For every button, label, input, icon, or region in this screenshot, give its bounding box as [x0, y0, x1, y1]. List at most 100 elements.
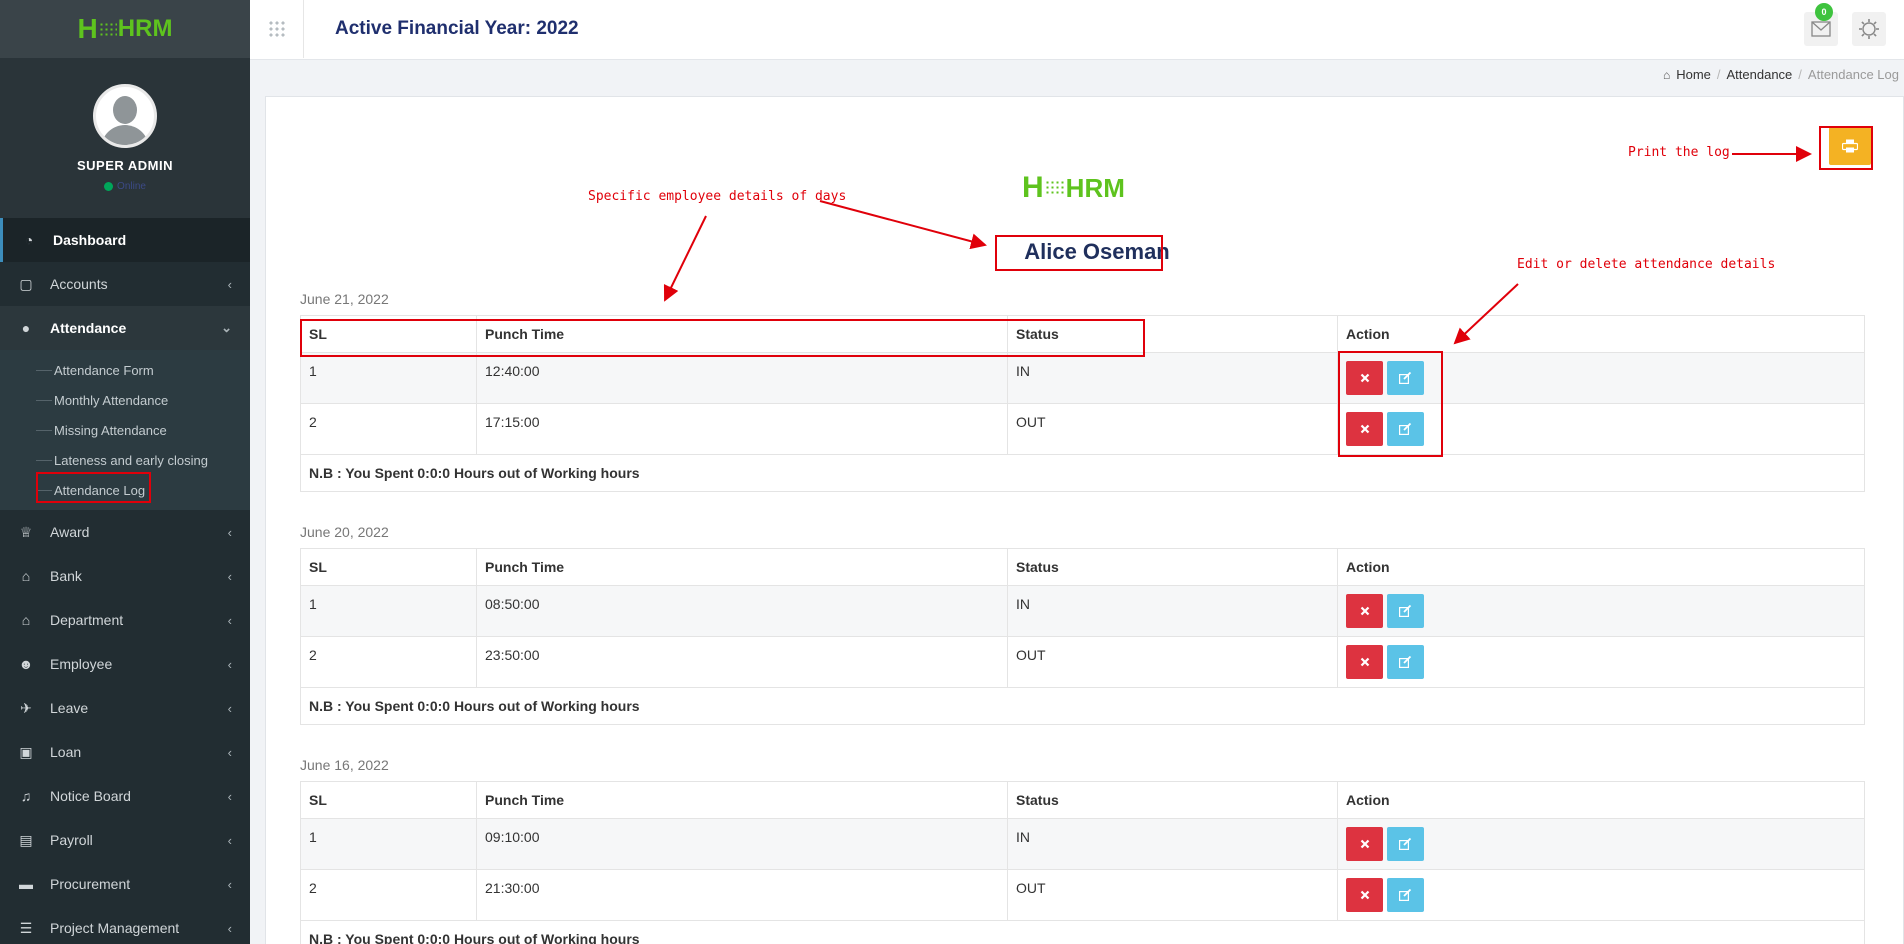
chevron-left-icon: ‹ — [227, 276, 232, 292]
bell-icon: ♫ — [20, 788, 32, 804]
cell-status: IN — [1007, 352, 1338, 404]
dashboard-icon: ◔ — [24, 232, 34, 248]
cell-punch-time: 12:40:00 — [476, 352, 1008, 404]
user-profile: SUPER ADMIN Online — [0, 58, 250, 218]
cell-action — [1337, 869, 1865, 921]
sidebar-item-notice-board[interactable]: ♫ Notice Board ‹ — [0, 774, 250, 818]
tasks-icon: ☰ — [19, 919, 33, 936]
header-status: Status — [1007, 781, 1338, 819]
credit-card-icon: ▤ — [19, 831, 33, 848]
header-sl: SL — [300, 781, 477, 819]
cell-action — [1337, 585, 1865, 637]
edit-button[interactable] — [1387, 594, 1424, 628]
delete-button[interactable] — [1346, 594, 1383, 628]
chevron-left-icon: ‹ — [227, 700, 232, 716]
highlight-table-header — [300, 319, 1145, 357]
user-icon: ● — [21, 320, 31, 336]
edit-button[interactable] — [1387, 827, 1424, 861]
breadcrumb-home[interactable]: Home — [1676, 67, 1711, 82]
hours-note-row: N.B : You Spent 0:0:0 Hours out of Worki… — [300, 454, 1865, 492]
sidebar-item-payroll[interactable]: ▤ Payroll ‹ — [0, 818, 250, 862]
attendance-log-panel: H HRM Alice Oseman June 21, 2022 SL Punch… — [265, 96, 1904, 944]
money-icon: ▣ — [19, 743, 33, 760]
annotation-edit-delete: Edit or delete attendance details — [1517, 257, 1776, 272]
table-row: 1 12:40:00 IN — [300, 352, 1865, 404]
cell-status: OUT — [1007, 403, 1338, 455]
edit-icon — [1399, 605, 1412, 617]
cell-status: IN — [1007, 585, 1338, 637]
submenu-monthly-attendance[interactable]: Monthly Attendance — [0, 385, 250, 415]
sidebar-item-award[interactable]: ♕ Award ‹ — [0, 510, 250, 554]
edit-icon — [1399, 889, 1412, 901]
submenu-attendance-form[interactable]: Attendance Form — [0, 355, 250, 385]
breadcrumb-attendance[interactable]: Attendance — [1727, 67, 1793, 82]
sidebar-item-loan[interactable]: ▣ Loan ‹ — [0, 730, 250, 774]
table-row: 1 09:10:00 IN — [300, 818, 1865, 870]
cell-action — [1337, 636, 1865, 688]
cell-sl: 2 — [300, 636, 477, 688]
settings-button[interactable] — [1852, 12, 1886, 46]
plane-icon: ✈ — [20, 699, 32, 716]
sidebar-item-accounts[interactable]: ▢ Accounts ‹ — [0, 262, 250, 306]
table-header-row: SL Punch Time Status Action — [300, 781, 1865, 819]
sidebar-item-bank[interactable]: ⌂ Bank ‹ — [0, 554, 250, 598]
edit-button[interactable] — [1387, 878, 1424, 912]
cell-sl: 2 — [300, 869, 477, 921]
hours-note-row: N.B : You Spent 0:0:0 Hours out of Worki… — [300, 687, 1865, 725]
cell-status: OUT — [1007, 869, 1338, 921]
close-icon — [1360, 890, 1369, 900]
header-punch-time: Punch Time — [476, 781, 1008, 819]
sidebar-item-procurement[interactable]: ▬ Procurement ‹ — [0, 862, 250, 906]
header-status: Status — [1007, 548, 1338, 586]
hours-note-row: N.B : You Spent 0:0:0 Hours out of Worki… — [300, 920, 1865, 944]
day-date: June 20, 2022 — [300, 524, 389, 540]
submenu-missing-attendance[interactable]: Missing Attendance — [0, 415, 250, 445]
hours-note: N.B : You Spent 0:0:0 Hours out of Worki… — [300, 454, 1865, 492]
apps-grid-button[interactable] — [250, 0, 304, 58]
delete-button[interactable] — [1346, 878, 1383, 912]
online-dot-icon — [104, 182, 114, 191]
highlight-action-buttons — [1338, 351, 1443, 457]
sidebar-item-dashboard[interactable]: ◔ Dashboard — [0, 218, 250, 262]
day-date: June 16, 2022 — [300, 757, 389, 773]
avatar — [93, 84, 157, 148]
highlight-attendance-log — [36, 472, 151, 503]
delete-button[interactable] — [1346, 827, 1383, 861]
annotation-print: Print the log — [1628, 145, 1730, 160]
chevron-left-icon: ‹ — [227, 612, 232, 628]
page-title: Active Financial Year: 2022 — [335, 18, 579, 39]
accounts-icon: ▢ — [19, 275, 33, 292]
chevron-left-icon: ‹ — [227, 744, 232, 760]
bank-icon: ⌂ — [21, 568, 31, 584]
home-icon: ⌂ — [1662, 67, 1671, 82]
sidebar-item-project-management[interactable]: ☰ Project Management ‹ — [0, 906, 250, 944]
gear-icon — [1859, 19, 1879, 39]
cell-status: OUT — [1007, 636, 1338, 688]
cell-sl: 1 — [300, 352, 477, 404]
cell-status: IN — [1007, 818, 1338, 870]
submenu-lateness[interactable]: Lateness and early closing — [0, 445, 250, 475]
attendance-table: SL Punch Time Status Action 1 08:50:00 I… — [300, 548, 1865, 725]
chevron-left-icon: ‹ — [227, 876, 232, 892]
annotation-specific: Specific employee details of days — [588, 189, 847, 204]
chevron-left-icon: ‹ — [227, 524, 232, 540]
profile-name: SUPER ADMIN — [76, 158, 174, 173]
table-row: 2 17:15:00 OUT — [300, 403, 1865, 455]
edit-icon — [1399, 838, 1412, 850]
sidebar-item-department[interactable]: ⌂ Department ‹ — [0, 598, 250, 642]
sidebar-logo-bar: H HRM — [0, 0, 250, 58]
table-header-row: SL Punch Time Status Action — [300, 548, 1865, 586]
close-icon — [1360, 657, 1369, 667]
report-logo: H HRM — [1022, 171, 1125, 204]
sidebar-item-employee[interactable]: ☻ Employee ‹ — [0, 642, 250, 686]
truck-icon: ▬ — [19, 876, 33, 892]
cell-sl: 1 — [300, 818, 477, 870]
sidebar-item-leave[interactable]: ✈ Leave ‹ — [0, 686, 250, 730]
mail-count-badge: 0 — [1815, 3, 1833, 21]
sidebar-item-attendance[interactable]: ● Attendance ⌄ — [0, 306, 250, 350]
cell-punch-time: 08:50:00 — [476, 585, 1008, 637]
edit-button[interactable] — [1387, 645, 1424, 679]
app-logo[interactable]: H HRM — [78, 13, 173, 45]
cell-punch-time: 21:30:00 — [476, 869, 1008, 921]
delete-button[interactable] — [1346, 645, 1383, 679]
